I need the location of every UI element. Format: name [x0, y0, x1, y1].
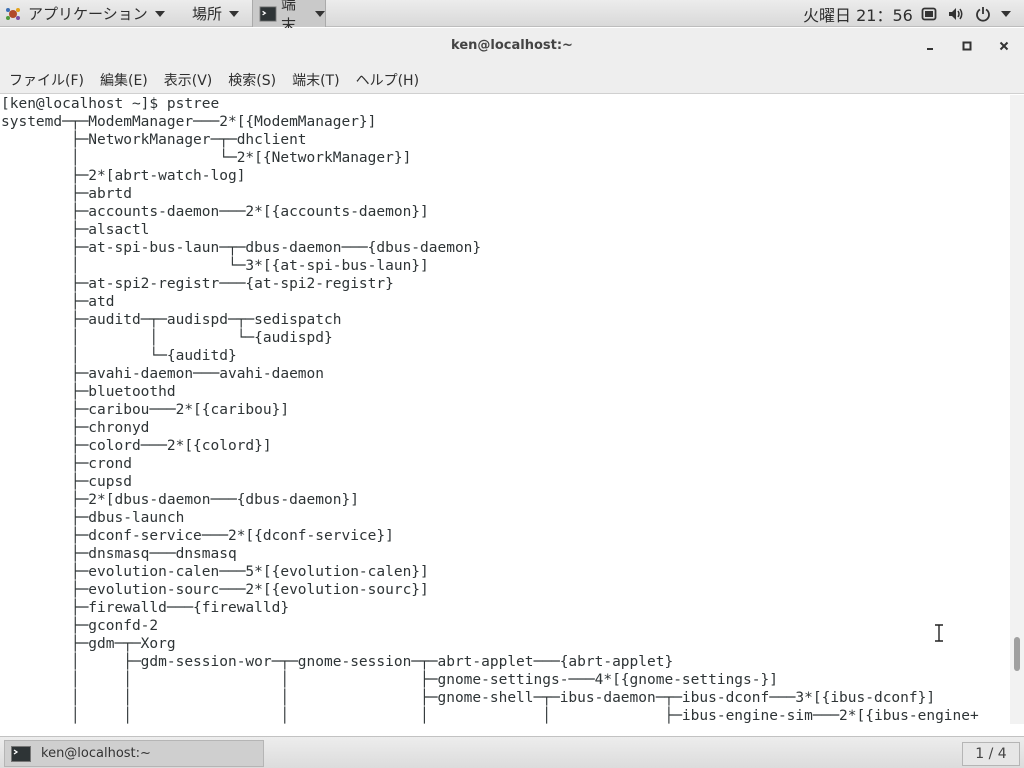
taskbar-terminal-label: ken@localhost:~ — [41, 746, 151, 761]
terminal-line: ├─firewalld───{firewalld} — [1, 600, 290, 616]
gnome-foot-icon — [6, 7, 20, 20]
terminal-icon — [259, 5, 277, 22]
clock[interactable]: 火曜日 21：56 — [803, 0, 913, 27]
terminal-line: │ └─3*[{at-spi-bus-laun}] — [1, 258, 429, 274]
power-icon — [976, 6, 990, 22]
menu-terminal[interactable]: 端末(T) — [292, 70, 339, 90]
terminal-line: ├─2*[dbus-daemon───{dbus-daemon}] — [1, 492, 359, 508]
terminal-line: ├─avahi-daemon───avahi-daemon — [1, 366, 325, 382]
terminal-line: ├─at-spi-bus-laun─┬─dbus-daemon───{dbus-… — [1, 240, 482, 256]
terminal-line: │ └─{auditd} — [1, 348, 237, 364]
terminal-line: ├─atd — [1, 294, 115, 310]
chevron-down-icon — [1001, 10, 1011, 17]
maximize-icon — [962, 41, 972, 51]
menu-help[interactable]: ヘルプ(H) — [356, 70, 419, 90]
terminal-line: ├─chronyd — [1, 420, 150, 436]
terminal-line: ├─dconf-service───2*[{dconf-service}] — [1, 528, 394, 544]
applications-menu[interactable]: アプリケーション — [4, 0, 165, 27]
maximize-button[interactable] — [957, 36, 977, 56]
terminal-line: ├─gdm─┬─Xorg — [1, 636, 176, 652]
window-title: ken@localhost:~ — [451, 38, 573, 53]
minimize-button[interactable] — [920, 36, 940, 56]
terminal-line: ├─evolution-calen───5*[{evolution-calen}… — [1, 564, 429, 580]
terminal-line: │ │ │ ├─gnome-shell─┬─ibus-daemon─┬─ibus… — [1, 690, 936, 706]
close-button[interactable] — [994, 36, 1014, 56]
terminal-line: ├─colord───2*[{colord}] — [1, 438, 272, 454]
chevron-down-icon — [315, 10, 325, 17]
terminal-line: ├─dbus-launch — [1, 510, 185, 526]
terminal-line: ├─evolution-sourc───2*[{evolution-sourc}… — [1, 582, 429, 598]
taskbar-terminal-button[interactable]: ken@localhost:~ — [4, 740, 264, 767]
chevron-down-icon — [229, 10, 240, 17]
applications-label: アプリケーション — [28, 5, 148, 23]
vertical-scrollbar[interactable] — [1010, 95, 1024, 724]
system-status-area[interactable] — [921, 0, 1011, 27]
terminal-line: ├─accounts-daemon───2*[{accounts-daemon}… — [1, 204, 429, 220]
menu-file[interactable]: ファイル(F) — [9, 70, 84, 90]
menu-search[interactable]: 検索(S) — [228, 70, 276, 90]
terminal-line: ├─dnsmasq───dnsmasq — [1, 546, 237, 562]
terminal-line: ├─bluetoothd — [1, 384, 176, 400]
terminal-line: ├─caribou───2*[{caribou}] — [1, 402, 290, 418]
terminal-output[interactable]: [ken@localhost ~]$ pstree systemd─┬─Modem… — [0, 95, 1010, 724]
window-list-bar: ken@localhost:~ 1 / 4 — [0, 736, 1024, 768]
terminal-line: │ │ │ ├─gnome-settings-───4*[{gnome-sett… — [1, 672, 778, 688]
window-title-bar[interactable]: ken@localhost:~ — [0, 28, 1024, 66]
terminal-line: ├─gconfd-2 — [1, 618, 159, 634]
terminal-line: │ └─2*[{NetworkManager}] — [1, 150, 412, 166]
close-icon — [999, 41, 1009, 51]
terminal-text: [ken@localhost ~]$ pstree systemd─┬─Modem… — [1, 95, 979, 724]
terminal-line: │ │ │ │ │ ├─ibus-engine-sim───2*[{ibus-e… — [1, 708, 979, 724]
minimize-icon — [927, 48, 933, 50]
terminal-icon — [11, 745, 31, 762]
terminal-line: │ ├─gdm-session-wor─┬─gnome-session─┬─ab… — [1, 654, 674, 670]
terminal-app-menu[interactable]: 端末 — [252, 0, 326, 34]
terminal-line: ├─crond — [1, 456, 132, 472]
terminal-line: ├─auditd─┬─audispd─┬─sedispatch — [1, 312, 342, 328]
terminal-line: [ken@localhost ~]$ pstree — [1, 96, 220, 112]
terminal-line: ├─alsactl — [1, 222, 150, 238]
workspace-indicator[interactable]: 1 / 4 — [962, 742, 1020, 766]
menu-bar: ファイル(F) 編集(E) 表示(V) 検索(S) 端末(T) ヘルプ(H) — [0, 66, 1024, 94]
ibeam-cursor-icon — [935, 624, 943, 642]
scrollbar-thumb[interactable] — [1014, 637, 1020, 671]
terminal-line: │ │ └─{audispd} — [1, 330, 333, 346]
terminal-line: systemd─┬─ModemManager───2*[{ModemManage… — [1, 114, 377, 130]
terminal-line: ├─at-spi2-registr───{at-spi2-registr} — [1, 276, 394, 292]
terminal-line: ├─cupsd — [1, 474, 132, 490]
places-menu[interactable]: 場所 — [192, 0, 240, 27]
terminal-line: ├─NetworkManager─┬─dhclient — [1, 132, 307, 148]
places-label: 場所 — [192, 5, 223, 23]
menu-view[interactable]: 表示(V) — [164, 70, 213, 90]
terminal-line: ├─abrtd — [1, 186, 132, 202]
screen-icon — [921, 7, 937, 20]
chevron-down-icon — [154, 10, 165, 17]
menu-edit[interactable]: 編集(E) — [100, 70, 148, 90]
volume-icon — [949, 7, 963, 20]
top-panel: アプリケーション 場所 端末 火曜日 21：56 — [0, 0, 1024, 34]
terminal-line: ├─2*[abrt-watch-log] — [1, 168, 246, 184]
